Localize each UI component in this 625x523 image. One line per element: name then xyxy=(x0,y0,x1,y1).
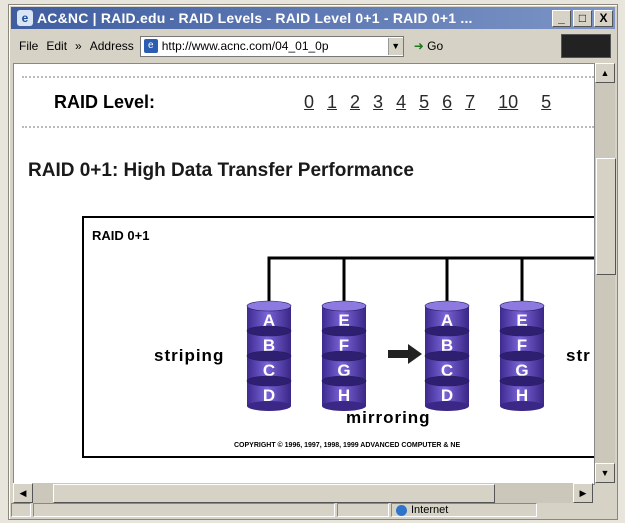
disk-segment-edge xyxy=(499,350,545,362)
ie-icon: e xyxy=(17,10,33,26)
disk-segment-edge xyxy=(424,300,470,312)
disk-segment-edge xyxy=(321,350,367,362)
disk-segment-edge xyxy=(246,300,292,312)
browser-window: e AC&NC | RAID.edu - RAID Levels - RAID … xyxy=(8,4,618,520)
striping-label-right: str xyxy=(566,346,591,365)
disk-stack: EFGH xyxy=(499,300,545,411)
disk-segment-edge xyxy=(246,350,292,362)
throbber-logo xyxy=(561,34,611,58)
vertical-scrollbar[interactable]: ▲ ▼ xyxy=(595,63,616,483)
address-bar[interactable]: e http://www.acnc.com/04_01_0p ▼ xyxy=(139,35,404,57)
scroll-right-arrow-icon[interactable]: ▶ xyxy=(573,483,593,503)
disk-bottom xyxy=(322,401,366,411)
status-zone: Internet xyxy=(391,503,537,517)
raid-level-link[interactable]: 10 xyxy=(498,92,518,113)
go-arrow-icon: ➜ xyxy=(413,39,424,53)
raid-level-link[interactable]: 6 xyxy=(442,92,452,113)
menu-edit[interactable]: Edit xyxy=(46,39,67,53)
menu-more-chevron[interactable]: » xyxy=(75,39,82,53)
striping-label: striping xyxy=(154,346,224,365)
disk-stack: EFGH xyxy=(321,300,367,411)
scroll-down-arrow-icon[interactable]: ▼ xyxy=(595,463,615,483)
disk-stack: ABCD xyxy=(424,300,470,411)
zone-label: Internet xyxy=(411,504,449,516)
disk-segment-edge xyxy=(499,300,545,312)
arrow-right-icon xyxy=(388,344,422,364)
copyright-text: COPYRIGHT © 1996, 1997, 1998, 1999 ADVAN… xyxy=(234,441,460,449)
scroll-left-arrow-icon[interactable]: ◀ xyxy=(13,483,33,503)
horizontal-scrollbar[interactable]: ◀ ▶ xyxy=(13,483,593,503)
disk-stack: ABCD xyxy=(246,300,292,411)
status-text-pane xyxy=(33,503,335,517)
page-content: RAID Level: 0 1 2 3 4 5 6 7 10 5 RAID 0+… xyxy=(13,63,595,485)
address-url[interactable]: http://www.acnc.com/04_01_0p xyxy=(162,39,329,53)
address-dropdown-icon[interactable]: ▼ xyxy=(387,37,403,55)
disk-segment-edge xyxy=(424,350,470,362)
scroll-up-arrow-icon[interactable]: ▲ xyxy=(595,63,615,83)
status-bar: Internet xyxy=(11,503,615,517)
disk-segment-edge xyxy=(246,325,292,337)
disk-segment-edge xyxy=(246,375,292,387)
disk-segment-edge xyxy=(499,325,545,337)
raid-level-link[interactable]: 0 xyxy=(304,92,314,113)
raid-level-link[interactable]: 5 xyxy=(419,92,429,113)
close-button[interactable]: X xyxy=(594,9,613,27)
page-headline: RAID 0+1: High Data Transfer Performance xyxy=(28,160,414,181)
raid-level-link[interactable]: 7 xyxy=(465,92,475,113)
raid-level-link[interactable]: 5 xyxy=(541,92,551,113)
menu-file[interactable]: File xyxy=(19,39,38,53)
go-label: Go xyxy=(427,39,444,53)
raid-level-link[interactable]: 3 xyxy=(373,92,383,113)
address-label: Address xyxy=(89,39,134,53)
disk-segment-edge xyxy=(424,325,470,337)
status-page-icon xyxy=(11,503,31,517)
disk-bottom xyxy=(247,401,291,411)
raid-diagram-svg: RAID 0+1 striping str mirroring COPYRIGH… xyxy=(92,228,594,449)
vertical-scroll-thumb[interactable] xyxy=(596,158,616,275)
mirroring-label: mirroring xyxy=(346,408,431,427)
maximize-button[interactable]: □ xyxy=(573,9,592,27)
disk-segment-edge xyxy=(321,300,367,312)
disk-segment-edge xyxy=(424,375,470,387)
disk-segment-edge xyxy=(321,325,367,337)
raid-level-label: RAID Level: xyxy=(54,91,156,112)
disk-segment-edge xyxy=(321,375,367,387)
minimize-button[interactable]: _ xyxy=(552,9,571,27)
raid-level-link[interactable]: 1 xyxy=(327,92,337,113)
disk-bottom xyxy=(500,401,544,411)
page-icon: e xyxy=(143,39,158,53)
raid-level-nav: RAID Level: 0 1 2 3 4 5 6 7 10 5 xyxy=(54,90,594,114)
divider xyxy=(22,126,594,128)
toolbar: File Edit » Address e http://www.acnc.co… xyxy=(11,32,615,60)
raid-level-link[interactable]: 4 xyxy=(396,92,406,113)
window-title: AC&NC | RAID.edu - RAID Levels - RAID Le… xyxy=(37,10,473,26)
connector-lines xyxy=(267,256,594,303)
disk-bottom xyxy=(425,401,469,411)
horizontal-scroll-thumb[interactable] xyxy=(53,484,495,503)
status-pane xyxy=(337,503,389,517)
go-button[interactable]: ➜ Go xyxy=(414,39,443,53)
raid-diagram: RAID 0+1 striping str mirroring COPYRIGH… xyxy=(82,216,594,458)
title-bar[interactable]: e AC&NC | RAID.edu - RAID Levels - RAID … xyxy=(11,7,615,29)
diagram-label: RAID 0+1 xyxy=(92,228,149,243)
internet-globe-icon xyxy=(396,504,407,516)
raid-level-link[interactable]: 2 xyxy=(350,92,360,113)
disk-segment-edge xyxy=(499,375,545,387)
divider xyxy=(22,76,594,78)
